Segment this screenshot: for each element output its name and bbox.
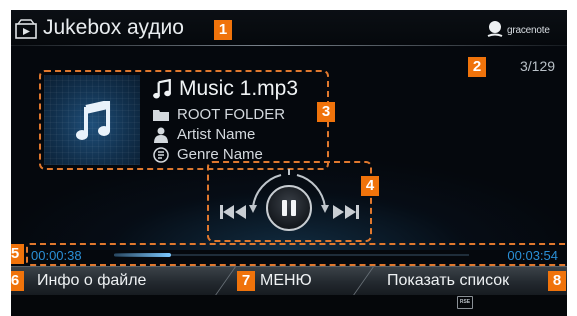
artist-row: Artist Name: [153, 126, 255, 143]
jukebox-icon: [15, 19, 37, 39]
callout-badge-2: 2: [468, 57, 486, 77]
music-note-icon: [153, 79, 171, 99]
artist-name: Artist Name: [177, 126, 256, 143]
pause-button[interactable]: [266, 185, 312, 231]
page-title: Jukebox аудио: [43, 16, 184, 39]
logo-text: gracenote: [507, 25, 550, 36]
file-info-button[interactable]: Инфо о файле: [37, 267, 146, 295]
folder-name: ROOT FOLDER: [177, 106, 286, 123]
bottom-divider-left: [215, 267, 236, 295]
callout-badge-1: 1: [214, 20, 232, 40]
next-icon: [333, 205, 359, 219]
track-counter: 3/129: [520, 58, 556, 74]
gracenote-logo: gracenote: [485, 16, 557, 42]
song-title: Music 1.mp3: [179, 77, 299, 100]
person-icon: [154, 127, 168, 143]
song-title-row: Music 1.mp3: [153, 77, 298, 101]
bottom-divider-right: [353, 267, 374, 295]
progress-track[interactable]: [114, 253, 469, 257]
callout-badge-8: 8: [548, 271, 566, 291]
media-screen: Jukebox аудио 1 gracenote 2 3/129 Music …: [11, 10, 567, 316]
callout-badge-6: 6: [11, 271, 24, 291]
total-time: 00:03:54: [507, 248, 558, 263]
elapsed-time: 00:00:38: [31, 248, 82, 263]
gracenote-icon: [487, 21, 503, 37]
callout-badge-7: 7: [237, 271, 255, 291]
pause-icon: [282, 200, 287, 216]
playback-controls: [207, 161, 372, 242]
previous-icon: [220, 205, 246, 219]
music-note-icon: [76, 101, 110, 140]
pause-icon-bar: [291, 200, 296, 216]
previous-track-button[interactable]: [219, 203, 249, 221]
header: Jukebox аудио 1 gracenote: [11, 10, 567, 46]
progress-bar-area: 00:00:38 00:03:54: [26, 243, 567, 266]
callout-badge-4: 4: [361, 176, 379, 196]
next-track-button[interactable]: [330, 203, 360, 221]
callout-badge-3: 3: [317, 102, 335, 122]
song-info-panel: Music 1.mp3 ROOT FOLDER Artist Name Genr…: [39, 70, 329, 170]
progress-fill: [114, 253, 171, 257]
album-art: [44, 75, 140, 165]
rse-icon: RSE: [457, 296, 473, 309]
callout-badge-5: 5: [11, 244, 24, 264]
header-divider: [11, 45, 567, 46]
menu-button[interactable]: МЕНЮ: [260, 267, 312, 295]
folder-icon: [153, 109, 169, 121]
bottom-bar: 6 Инфо о файле 7 МЕНЮ Показать список 8: [11, 266, 567, 295]
show-list-button[interactable]: Показать список: [387, 267, 509, 295]
folder-row: ROOT FOLDER: [153, 106, 285, 123]
status-strip: RSE: [11, 295, 567, 316]
